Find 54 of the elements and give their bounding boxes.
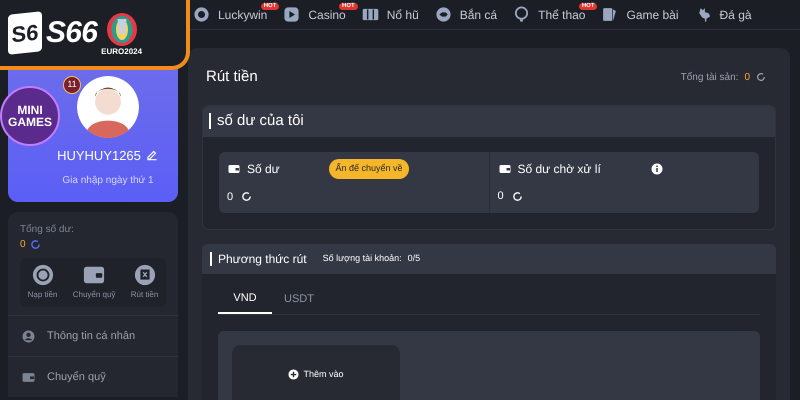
coin-icon [32,264,54,286]
sidebar-menu-item[interactable]: Chuyển quỹ [8,356,178,397]
chip-icon [193,6,210,23]
ball-icon [513,6,530,23]
nav-link[interactable]: Nổ hũ [362,6,419,24]
section-title: số dư của tôi [217,110,304,131]
nav-link[interactable]: Đá gà [694,6,752,24]
total-assets-label: Tổng tài sản: [680,70,738,85]
quick-action-button[interactable]: Rút tiền [130,264,158,301]
logo-dice: S6 [8,11,42,55]
wallet-value: 0 [20,238,26,252]
refresh-icon [512,190,523,202]
quick-action-button[interactable]: Nạp tiền [28,264,58,301]
section-title: Phương thức rút [218,250,307,268]
wallet-icon [22,370,35,384]
balance-value: 0 [227,190,234,204]
add-account-button[interactable]: Thêm vào [232,344,400,400]
refresh-icon [30,239,41,250]
total-assets-value: 0 [744,70,750,85]
username: HUYHUY1265 [57,146,141,164]
wallet-icon [227,162,241,175]
currency-tab[interactable]: VND [218,286,272,314]
euro-label: EURO2024 [101,48,142,56]
balance-value: 0 [498,188,504,204]
account-count-label: Số lượng tài khoản: [322,252,402,265]
logo-wordmark: S66 [46,18,98,48]
wallet-label: Tổng số dư: [20,222,75,237]
logo-panel[interactable]: S6 S66 EURO2024 [0,0,190,70]
edit-icon [144,148,159,162]
cards-icon [601,6,618,23]
balance-label: Số dư [247,160,280,178]
page-title: Rút tiền [206,67,258,87]
mini-games-label: GAMES [8,116,52,128]
refresh-icon [241,191,252,202]
sidebar-menu-item[interactable]: Thông tin cá nhân [8,315,178,356]
balance-label: Số dư chờ xử lí [518,160,601,178]
join-date: Gia nhập ngày thứ 1 [62,174,154,188]
wallet-icon [498,162,512,175]
slots-icon [362,6,379,23]
level-badge: 11 [63,76,81,94]
convert-button[interactable]: Ấn để chuyển về [329,159,408,178]
nav-link[interactable]: Bắn cá [434,6,498,24]
person-icon [22,330,35,342]
avatar-silhouette [77,76,139,138]
currency-tab[interactable]: USDT [272,286,326,314]
account-count: 0/5 [408,252,420,265]
atm-icon [134,264,156,286]
wallet-icon [83,264,106,286]
play-icon [283,6,300,23]
mini-games-label: MINI [17,104,43,116]
refresh-icon [756,72,766,82]
quick-action-button[interactable]: Chuyển quỹ [72,264,116,301]
plus-icon [288,369,300,380]
nav-link[interactable]: Game bài [601,6,679,24]
